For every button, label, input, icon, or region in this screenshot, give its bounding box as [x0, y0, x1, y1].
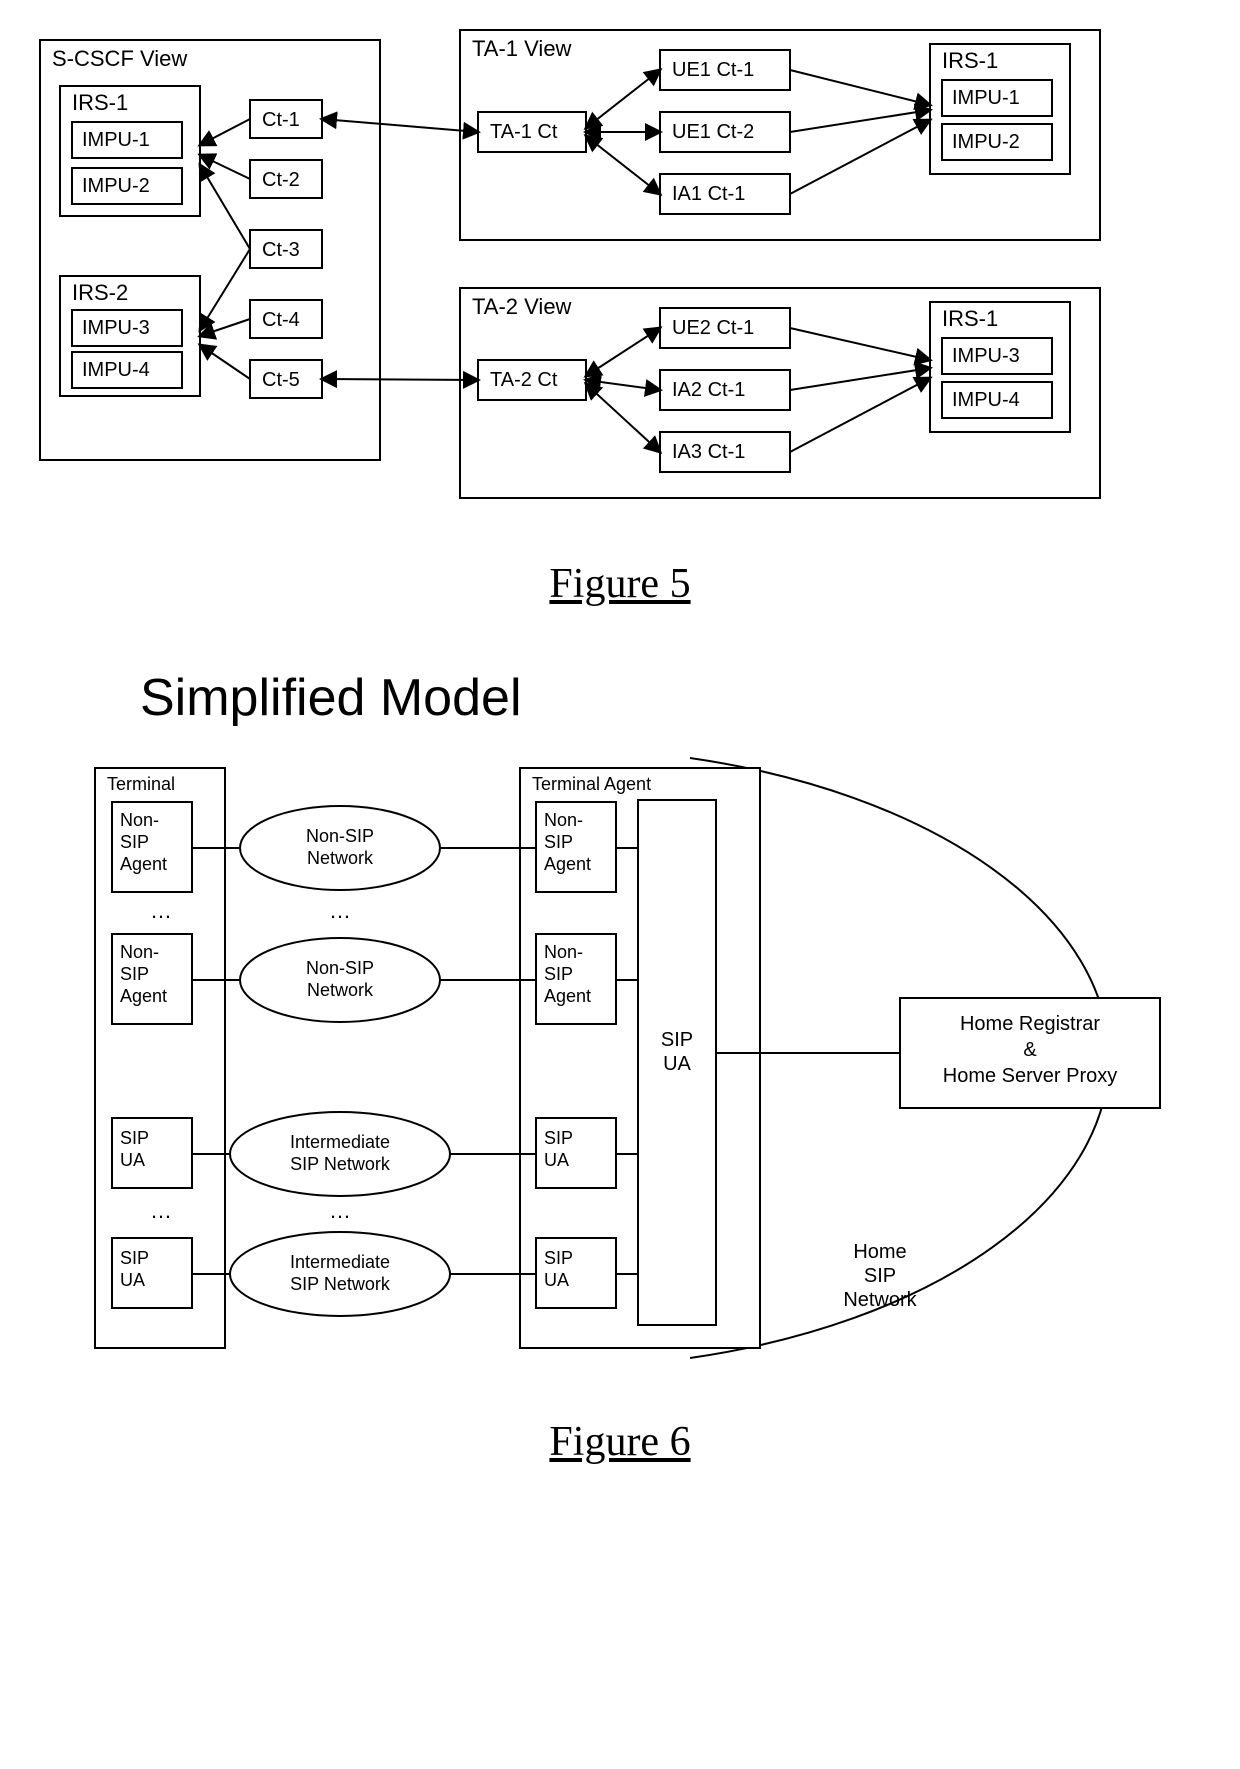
ta1-item-0: UE1 Ct-1 [672, 59, 754, 81]
ta2-ct: TA-2 Ct [490, 369, 558, 391]
irs2-title: IRS-2 [72, 280, 128, 305]
home-network-line1: HomeSIPNetwork [843, 1241, 917, 1311]
irs1-impu1: IMPU-1 [82, 129, 150, 151]
ellipsis-n1: … [329, 898, 351, 923]
ct-3: Ct-3 [262, 239, 300, 261]
ta1-irs-impu1: IMPU-1 [952, 87, 1020, 109]
ta2-item-2: IA3 Ct-1 [672, 441, 745, 463]
simplified-model-title: Simplified Model [140, 668, 1240, 728]
ta1-title: TA-1 View [472, 36, 572, 61]
ta1-item-1: UE1 Ct-2 [672, 121, 754, 143]
row-4: SIPUA IntermediateSIP Network SIPUA [112, 1232, 638, 1316]
ct-2: Ct-2 [262, 169, 300, 191]
figure-6-caption: Figure 6 [0, 1418, 1240, 1466]
ta1-ct: TA-1 Ct [490, 121, 558, 143]
figure-5-caption: Figure 5 [0, 560, 1240, 608]
irs2-impu3: IMPU-3 [82, 317, 150, 339]
irs1-impu2: IMPU-2 [82, 175, 150, 197]
figure-6-diagram: HomeSIPNetwork Home Registrar&Home Serve… [0, 738, 1240, 1378]
irs1-title: IRS-1 [72, 90, 128, 115]
ellipsis-n2: … [329, 1198, 351, 1223]
ta2-view: TA-2 View TA-2 Ct UE2 Ct-1 IA2 Ct-1 IA3 … [460, 288, 1100, 498]
ta1-item-2: IA1 Ct-1 [672, 183, 745, 205]
ellipsis-t1: … [150, 898, 172, 923]
ta2-irs-title: IRS-1 [942, 306, 998, 331]
row-1: Non-SIPAgent Non-SIPNetwork Non-SIPAgent [112, 802, 638, 892]
ct-5: Ct-5 [262, 369, 300, 391]
ta1-view: TA-1 View TA-1 Ct UE1 Ct-1 UE1 Ct-2 IA1 … [460, 30, 1100, 240]
row-3: SIPUA IntermediateSIP Network SIPUA [112, 1112, 638, 1196]
terminal-title: Terminal [107, 774, 175, 794]
ct-4: Ct-4 [262, 309, 300, 331]
ct-boxes: Ct-1 Ct-2 Ct-3 Ct-4 Ct-5 [250, 100, 322, 398]
row-2: Non-SIPAgent Non-SIPNetwork Non-SIPAgent [112, 934, 638, 1024]
ta2-irs-impu4: IMPU-4 [952, 389, 1020, 411]
ellipsis-t2: … [150, 1198, 172, 1223]
ta1-irs-impu2: IMPU-2 [952, 131, 1020, 153]
ta2-item-0: UE2 Ct-1 [672, 317, 754, 339]
scscf-view: S-CSCF View IRS-1 IMPU-1 IMPU-2 IRS-2 IM… [40, 40, 380, 460]
ta1-irs-title: IRS-1 [942, 48, 998, 73]
scscf-title: S-CSCF View [52, 46, 187, 71]
ta2-item-1: IA2 Ct-1 [672, 379, 745, 401]
ct-1: Ct-1 [262, 109, 300, 131]
ta2-title: TA-2 View [472, 294, 572, 319]
figure-5-diagram: S-CSCF View IRS-1 IMPU-1 IMPU-2 IRS-2 IM… [0, 0, 1240, 520]
ta2-irs-impu3: IMPU-3 [952, 345, 1020, 367]
irs2-impu4: IMPU-4 [82, 359, 150, 381]
terminal-agent-title: Terminal Agent [532, 774, 651, 794]
